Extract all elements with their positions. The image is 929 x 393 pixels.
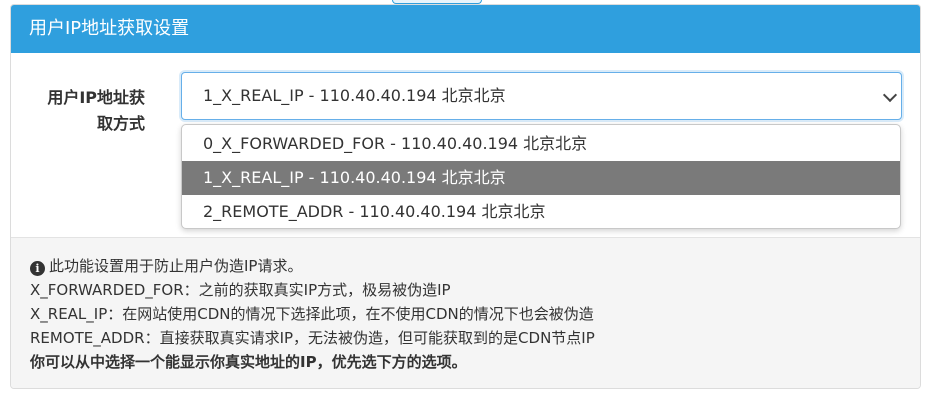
chevron-down-icon [882, 87, 898, 103]
dropdown-option-remote-addr[interactable]: 2_REMOTE_ADDR - 110.40.40.194 北京北京 [182, 195, 900, 229]
help-line-remote: REMOTE_ADDR：直接获取真实请求IP，无法被伪造，但可能获取到的是CDN… [30, 329, 595, 347]
ip-method-select-value: 1_X_REAL_IP - 110.40.40.194 北京北京 [203, 86, 506, 105]
help-line-tip: 你可以从中选择一个能显示你真实地址的IP，优先选下方的选项。 [30, 353, 467, 371]
ip-method-select[interactable]: 1_X_REAL_IP - 110.40.40.194 北京北京 [181, 72, 902, 120]
help-line-real-ip: X_REAL_IP：在网站使用CDN的情况下选择此项，在不使用CDN的情况下也会… [30, 305, 594, 323]
ip-method-label-line1: 用户IP地址获 [47, 88, 145, 107]
info-circle-icon: i [30, 261, 45, 276]
ip-method-label-line2: 取方式 [96, 114, 145, 133]
panel-title: 用户IP地址获取设置 [11, 5, 920, 53]
help-line-forwarded: X_FORWARDED_FOR：之前的获取真实IP方式，极易被伪造IP [30, 281, 451, 299]
dropdown-option-forwarded-for[interactable]: 0_X_FORWARDED_FOR - 110.40.40.194 北京北京 [182, 127, 900, 161]
ip-method-dropdown-list: 0_X_FORWARDED_FOR - 110.40.40.194 北京北京 1… [181, 124, 901, 229]
ip-method-label: 用户IP地址获 取方式 [33, 85, 145, 137]
help-intro-text: 此功能设置用于防止用户伪造IP请求。 [49, 257, 303, 275]
help-text: i 此功能设置用于防止用户伪造IP请求。 X_FORWARDED_FOR：之前的获… [11, 237, 920, 388]
help-intro-line: i 此功能设置用于防止用户伪造IP请求。 [30, 254, 920, 278]
dropdown-option-real-ip[interactable]: 1_X_REAL_IP - 110.40.40.194 北京北京 [182, 161, 900, 195]
